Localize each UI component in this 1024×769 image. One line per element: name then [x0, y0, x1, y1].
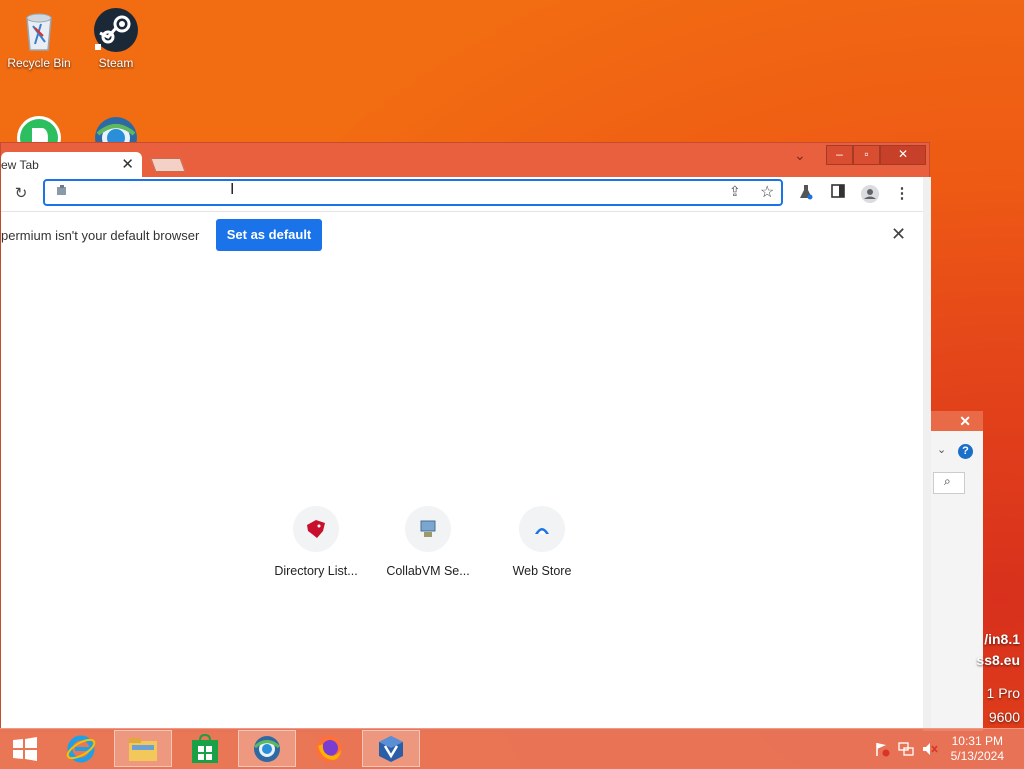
- default-browser-infobar: permium isn't your default browser Set a…: [1, 211, 923, 259]
- tab-title: ew Tab: [1, 158, 39, 172]
- share-icon[interactable]: ⇪: [729, 183, 741, 200]
- background-window-titlebar: ✕: [931, 411, 983, 431]
- chevron-down-icon[interactable]: ⌄: [937, 443, 946, 456]
- taskbar-clock[interactable]: 10:31 PM 5/13/2024: [951, 734, 1004, 764]
- side-panel-icon[interactable]: [828, 184, 848, 204]
- virtualbox-icon: [379, 735, 403, 762]
- close-window-button[interactable]: ✕: [880, 145, 926, 165]
- address-input[interactable]: [75, 183, 719, 204]
- start-button[interactable]: [0, 730, 50, 767]
- browser-window[interactable]: ew Tab ✕ ⌄ – ▫ ✕ ↻ I ⇪ ☆ ⋮ permium isn't…: [0, 142, 931, 732]
- firefox-icon: [316, 735, 342, 762]
- new-tab-button[interactable]: [150, 158, 186, 172]
- tab-strip: ew Tab ✕ ⌄ – ▫ ✕: [1, 143, 929, 178]
- minimize-button[interactable]: –: [826, 145, 853, 165]
- omnibox[interactable]: I ⇪ ☆: [43, 179, 783, 206]
- text-cursor-icon: I: [230, 181, 235, 198]
- recycle-bin-icon: [15, 6, 63, 54]
- recycle-bin-desktop-icon[interactable]: Recycle Bin: [1, 0, 77, 70]
- desktop-icon-label: Recycle Bin: [7, 56, 71, 70]
- clock-date: 5/13/2024: [950, 749, 1004, 763]
- shortcut-tile[interactable]: CollabVM Se...: [378, 506, 478, 578]
- new-tab-page: Directory List... CollabVM Se... Web Sto…: [1, 258, 923, 728]
- infobar-message: permium isn't your default browser: [1, 228, 200, 243]
- tab-close-icon[interactable]: ✕: [121, 155, 134, 173]
- window-right-edge: [923, 177, 931, 731]
- shortcut-tile[interactable]: Web Store: [492, 506, 592, 578]
- tab-new-tab[interactable]: ew Tab ✕: [1, 152, 142, 178]
- store-icon: [192, 733, 218, 763]
- close-icon[interactable]: ✕: [959, 413, 971, 430]
- collabvm-icon: [420, 520, 436, 537]
- steam-desktop-icon[interactable]: Steam: [78, 0, 154, 70]
- shortcut-label: CollabVM Se...: [386, 564, 470, 578]
- volume-muted-icon[interactable]: [922, 741, 938, 757]
- internet-explorer-icon: [66, 735, 96, 762]
- infobar-close-icon[interactable]: ✕: [891, 224, 906, 245]
- search-icon: ⌕: [944, 474, 951, 488]
- puzzle-favicon-icon: [55, 184, 69, 198]
- web-store-icon: [535, 528, 549, 534]
- desktop-watermark-line: 1 Pro: [986, 685, 1020, 701]
- taskbar: 10:31 PM 5/13/2024: [0, 728, 1024, 769]
- help-icon[interactable]: ?: [958, 444, 973, 459]
- shortcut-label: Directory List...: [274, 564, 358, 578]
- network-icon[interactable]: [898, 741, 914, 757]
- set-as-default-button[interactable]: Set as default: [216, 219, 322, 251]
- background-window[interactable]: ✕ ⌄ ? ⌕: [930, 411, 983, 731]
- shortcut-tile[interactable]: Directory List...: [266, 506, 366, 578]
- tab-search-chevron-icon[interactable]: ⌄: [794, 147, 806, 164]
- search-box[interactable]: ⌕: [933, 472, 965, 494]
- desktop-watermark-line: 9600: [988, 709, 1020, 725]
- taskbar-chromium[interactable]: [238, 730, 296, 767]
- red-logo-icon: [307, 520, 325, 538]
- taskbar-firefox[interactable]: [300, 730, 358, 767]
- reload-icon[interactable]: ↻: [11, 184, 31, 204]
- shortcut-icon-circle: [405, 506, 451, 552]
- maximize-button[interactable]: ▫: [853, 145, 880, 165]
- bookmark-star-icon[interactable]: ☆: [760, 182, 774, 202]
- clock-time: 10:31 PM: [951, 734, 1003, 748]
- browser-toolbar: ↻ I ⇪ ☆ ⋮: [1, 177, 923, 211]
- taskbar-internet-explorer[interactable]: [52, 730, 110, 767]
- taskbar-virtualbox[interactable]: [362, 730, 420, 767]
- menu-kebab-icon[interactable]: ⋮: [892, 184, 912, 204]
- action-center-flag-icon[interactable]: [874, 741, 890, 757]
- steam-icon: [92, 6, 140, 54]
- profile-avatar-icon[interactable]: [860, 184, 880, 204]
- shortcut-icon-circle: [293, 506, 339, 552]
- shortcut-icon-circle: [519, 506, 565, 552]
- desktop-watermark-line: ss8.eu: [976, 652, 1020, 668]
- windows-logo-icon: [13, 736, 37, 761]
- labs-flask-icon[interactable]: [796, 184, 816, 204]
- desktop-icon-label: Steam: [98, 56, 134, 70]
- browser-globe-icon: [253, 735, 281, 762]
- shortcut-label: Web Store: [512, 564, 572, 578]
- desktop-watermark-line: /in8.1: [984, 631, 1020, 647]
- taskbar-file-explorer[interactable]: [114, 730, 172, 767]
- taskbar-store[interactable]: [176, 730, 234, 767]
- folder-icon: [129, 737, 157, 761]
